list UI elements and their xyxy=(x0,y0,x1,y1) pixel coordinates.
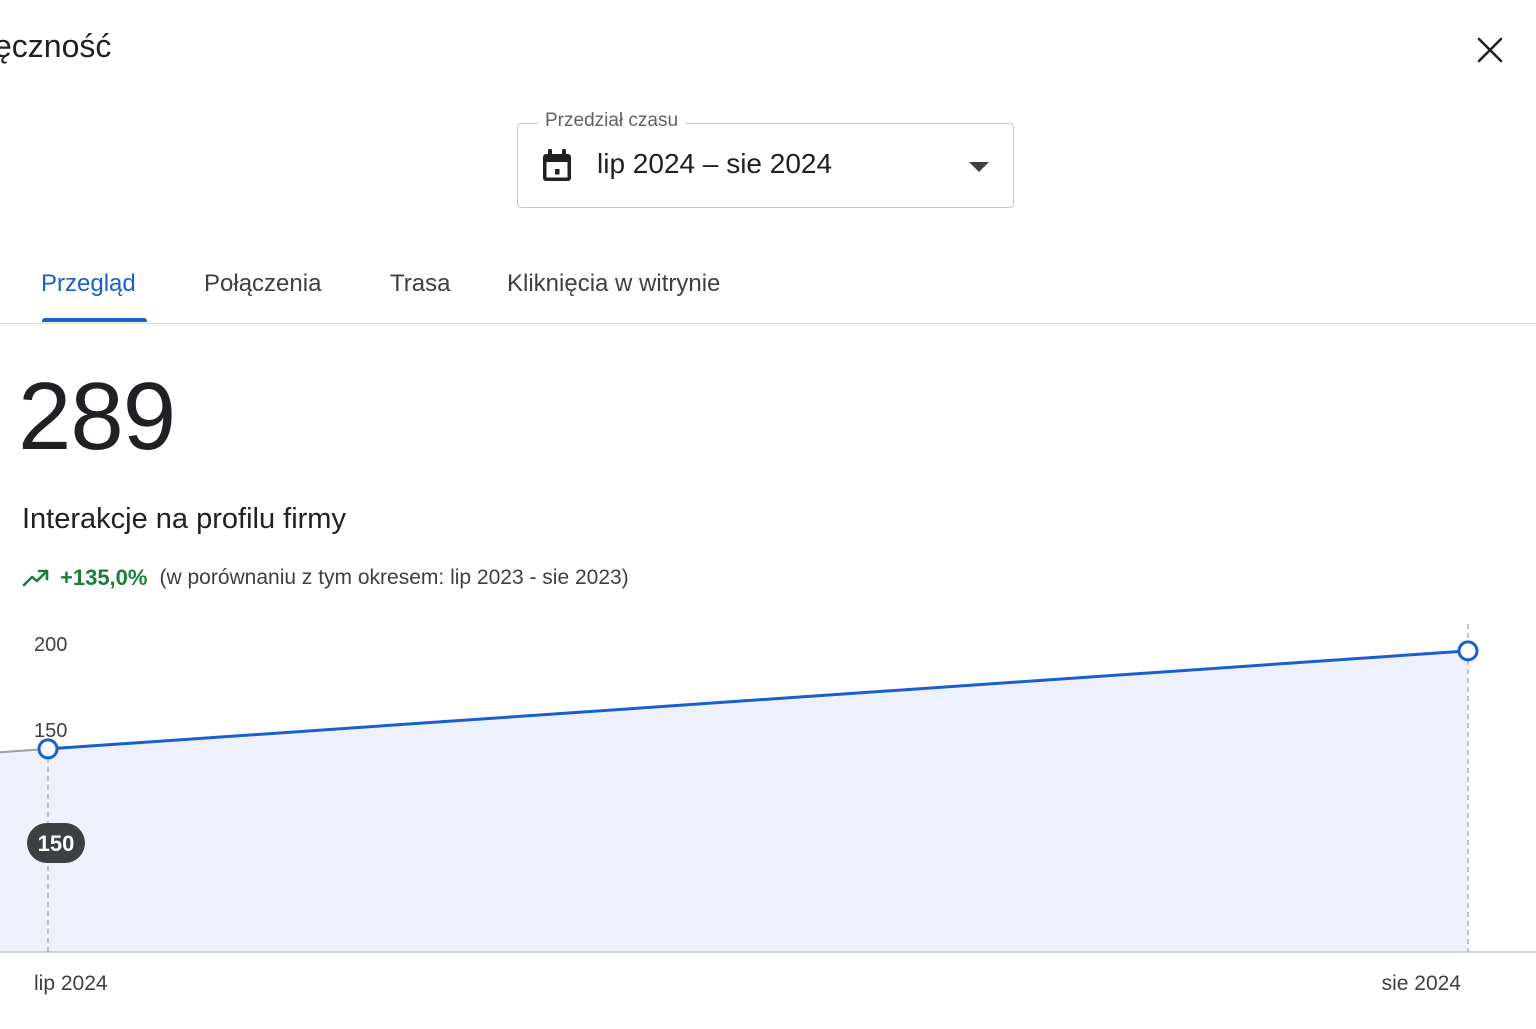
interactions-chart-svg: 200 150 150 lip 2024 sie 2024 xyxy=(0,624,1536,995)
x-tick-label: lip 2024 xyxy=(34,972,108,995)
y-tick-label: 200 xyxy=(34,634,67,656)
trending-up-icon xyxy=(22,569,49,587)
page-title: ęczność xyxy=(0,28,112,64)
active-tab-indicator xyxy=(42,318,147,322)
trend-change-value: +135,0% xyxy=(60,565,148,590)
tooltip-value: 150 xyxy=(38,831,75,856)
tab-overview[interactable]: Przegląd xyxy=(41,270,136,298)
date-range-label: Przedział czasu xyxy=(538,110,686,132)
tab-calls[interactable]: Połączenia xyxy=(204,270,321,298)
interactions-chart: 200 150 150 lip 2024 sie 2024 xyxy=(0,610,1536,1024)
date-range-value: lip 2024 – sie 2024 xyxy=(597,148,833,179)
metric-title: Interakcje na profilu firmy xyxy=(22,503,346,535)
calendar-icon xyxy=(543,149,571,181)
data-point xyxy=(1457,640,1479,662)
tab-bar: Przegląd Połączenia Trasa Kliknięcia w w… xyxy=(0,248,1536,324)
dropdown-arrow-icon[interactable] xyxy=(968,161,990,173)
area-fill xyxy=(0,650,1468,952)
total-interactions-value: 289 xyxy=(18,363,176,470)
tab-directions[interactable]: Trasa xyxy=(390,270,450,298)
y-tick-label: 150 xyxy=(34,720,67,742)
trend-comparison-text: (w porównaniu z tym okresem: lip 2023 - … xyxy=(159,566,629,589)
date-range-dropdown[interactable]: Przedział czasu lip 2024 – sie 2024 xyxy=(517,110,1014,208)
close-button[interactable] xyxy=(1464,26,1516,74)
close-icon[interactable] xyxy=(1476,36,1504,64)
trend-row: +135,0% (w porównaniu z tym okresem: lip… xyxy=(22,563,629,593)
data-point xyxy=(37,738,59,760)
x-tick-label: sie 2024 xyxy=(1382,972,1462,995)
tab-website-clicks[interactable]: Kliknięcia w witrynie xyxy=(507,270,720,298)
